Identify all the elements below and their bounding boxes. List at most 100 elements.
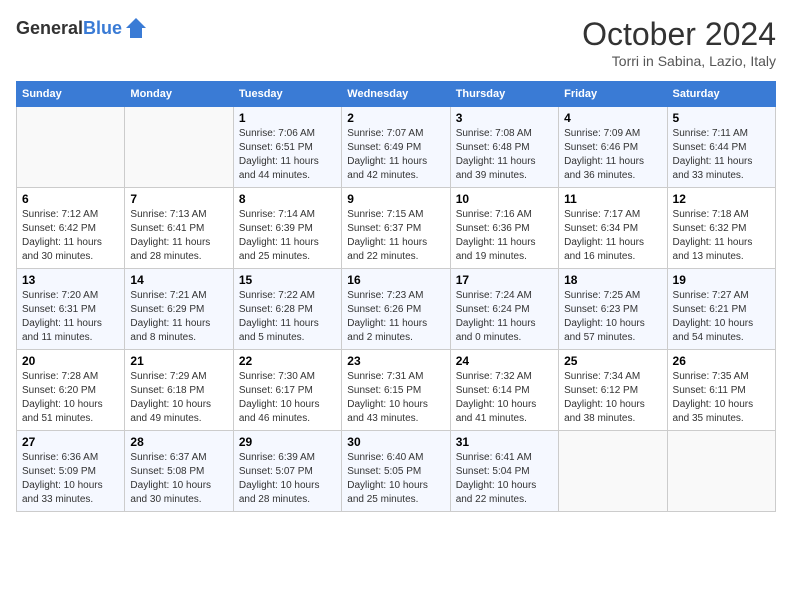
sunset: Sunset: 6:26 PM <box>347 304 421 315</box>
day-info: Sunrise: 7:21 AM Sunset: 6:29 PM Dayligh… <box>130 289 227 345</box>
day-info: Sunrise: 7:18 AM Sunset: 6:32 PM Dayligh… <box>673 208 770 264</box>
sunset: Sunset: 6:20 PM <box>22 385 96 396</box>
sunset: Sunset: 6:44 PM <box>673 142 747 153</box>
daylight: Daylight: 10 hours and 57 minutes. <box>564 318 645 343</box>
day-number: 21 <box>130 354 227 368</box>
calendar-cell: 20 Sunrise: 7:28 AM Sunset: 6:20 PM Dayl… <box>17 350 125 431</box>
daylight: Daylight: 10 hours and 28 minutes. <box>239 480 320 505</box>
week-row-4: 20 Sunrise: 7:28 AM Sunset: 6:20 PM Dayl… <box>17 350 776 431</box>
sunset: Sunset: 5:04 PM <box>456 466 530 477</box>
daylight: Daylight: 11 hours and 2 minutes. <box>347 318 427 343</box>
day-info: Sunrise: 7:08 AM Sunset: 6:48 PM Dayligh… <box>456 127 553 183</box>
sunrise: Sunrise: 7:30 AM <box>239 371 315 382</box>
sunrise: Sunrise: 7:07 AM <box>347 128 423 139</box>
day-number: 2 <box>347 111 444 125</box>
daylight: Daylight: 11 hours and 5 minutes. <box>239 318 319 343</box>
day-info: Sunrise: 7:13 AM Sunset: 6:41 PM Dayligh… <box>130 208 227 264</box>
daylight: Daylight: 11 hours and 25 minutes. <box>239 237 319 262</box>
day-number: 30 <box>347 435 444 449</box>
day-info: Sunrise: 7:31 AM Sunset: 6:15 PM Dayligh… <box>347 370 444 426</box>
daylight: Daylight: 11 hours and 33 minutes. <box>673 156 753 181</box>
sunrise: Sunrise: 7:08 AM <box>456 128 532 139</box>
sunset: Sunset: 6:42 PM <box>22 223 96 234</box>
calendar-cell: 22 Sunrise: 7:30 AM Sunset: 6:17 PM Dayl… <box>233 350 341 431</box>
sunrise: Sunrise: 7:12 AM <box>22 209 98 220</box>
sunrise: Sunrise: 7:22 AM <box>239 290 315 301</box>
calendar-cell: 4 Sunrise: 7:09 AM Sunset: 6:46 PM Dayli… <box>559 107 667 188</box>
page-header: GeneralBlue October 2024 Torri in Sabina… <box>16 16 776 69</box>
sunset: Sunset: 6:14 PM <box>456 385 530 396</box>
sunrise: Sunrise: 7:20 AM <box>22 290 98 301</box>
sunset: Sunset: 6:15 PM <box>347 385 421 396</box>
week-row-5: 27 Sunrise: 6:36 AM Sunset: 5:09 PM Dayl… <box>17 431 776 512</box>
day-number: 5 <box>673 111 770 125</box>
sunrise: Sunrise: 7:24 AM <box>456 290 532 301</box>
sunrise: Sunrise: 7:23 AM <box>347 290 423 301</box>
logo: GeneralBlue <box>16 16 148 40</box>
day-number: 28 <box>130 435 227 449</box>
daylight: Daylight: 11 hours and 39 minutes. <box>456 156 536 181</box>
calendar-cell <box>559 431 667 512</box>
sunrise: Sunrise: 7:17 AM <box>564 209 640 220</box>
calendar-cell: 8 Sunrise: 7:14 AM Sunset: 6:39 PM Dayli… <box>233 188 341 269</box>
day-number: 31 <box>456 435 553 449</box>
day-info: Sunrise: 6:37 AM Sunset: 5:08 PM Dayligh… <box>130 451 227 507</box>
calendar-cell: 31 Sunrise: 6:41 AM Sunset: 5:04 PM Dayl… <box>450 431 558 512</box>
sunset: Sunset: 6:51 PM <box>239 142 313 153</box>
week-row-3: 13 Sunrise: 7:20 AM Sunset: 6:31 PM Dayl… <box>17 269 776 350</box>
day-info: Sunrise: 6:36 AM Sunset: 5:09 PM Dayligh… <box>22 451 119 507</box>
day-number: 27 <box>22 435 119 449</box>
day-info: Sunrise: 7:23 AM Sunset: 6:26 PM Dayligh… <box>347 289 444 345</box>
day-number: 4 <box>564 111 661 125</box>
sunset: Sunset: 6:29 PM <box>130 304 204 315</box>
calendar-cell: 14 Sunrise: 7:21 AM Sunset: 6:29 PM Dayl… <box>125 269 233 350</box>
calendar-cell <box>17 107 125 188</box>
sunrise: Sunrise: 7:35 AM <box>673 371 749 382</box>
day-info: Sunrise: 6:39 AM Sunset: 5:07 PM Dayligh… <box>239 451 336 507</box>
day-number: 24 <box>456 354 553 368</box>
day-number: 16 <box>347 273 444 287</box>
sunrise: Sunrise: 6:40 AM <box>347 452 423 463</box>
sunrise: Sunrise: 6:41 AM <box>456 452 532 463</box>
sunset: Sunset: 6:49 PM <box>347 142 421 153</box>
day-number: 19 <box>673 273 770 287</box>
sunset: Sunset: 5:09 PM <box>22 466 96 477</box>
daylight: Daylight: 11 hours and 8 minutes. <box>130 318 210 343</box>
col-friday: Friday <box>559 82 667 107</box>
day-number: 13 <box>22 273 119 287</box>
day-number: 12 <box>673 192 770 206</box>
sunrise: Sunrise: 7:32 AM <box>456 371 532 382</box>
col-wednesday: Wednesday <box>342 82 450 107</box>
calendar-cell: 9 Sunrise: 7:15 AM Sunset: 6:37 PM Dayli… <box>342 188 450 269</box>
day-info: Sunrise: 7:30 AM Sunset: 6:17 PM Dayligh… <box>239 370 336 426</box>
logo-general: General <box>16 18 83 38</box>
sunset: Sunset: 6:39 PM <box>239 223 313 234</box>
day-info: Sunrise: 7:11 AM Sunset: 6:44 PM Dayligh… <box>673 127 770 183</box>
month-title: October 2024 <box>582 16 776 53</box>
daylight: Daylight: 10 hours and 54 minutes. <box>673 318 754 343</box>
col-sunday: Sunday <box>17 82 125 107</box>
daylight: Daylight: 11 hours and 13 minutes. <box>673 237 753 262</box>
day-info: Sunrise: 6:41 AM Sunset: 5:04 PM Dayligh… <box>456 451 553 507</box>
sunset: Sunset: 6:12 PM <box>564 385 638 396</box>
day-info: Sunrise: 7:06 AM Sunset: 6:51 PM Dayligh… <box>239 127 336 183</box>
day-number: 9 <box>347 192 444 206</box>
day-info: Sunrise: 7:34 AM Sunset: 6:12 PM Dayligh… <box>564 370 661 426</box>
sunrise: Sunrise: 7:06 AM <box>239 128 315 139</box>
sunset: Sunset: 6:48 PM <box>456 142 530 153</box>
sunset: Sunset: 6:21 PM <box>673 304 747 315</box>
calendar-header: Sunday Monday Tuesday Wednesday Thursday… <box>17 82 776 107</box>
sunset: Sunset: 6:28 PM <box>239 304 313 315</box>
calendar-cell: 3 Sunrise: 7:08 AM Sunset: 6:48 PM Dayli… <box>450 107 558 188</box>
calendar-cell <box>125 107 233 188</box>
sunrise: Sunrise: 7:25 AM <box>564 290 640 301</box>
col-tuesday: Tuesday <box>233 82 341 107</box>
calendar-cell: 21 Sunrise: 7:29 AM Sunset: 6:18 PM Dayl… <box>125 350 233 431</box>
day-number: 8 <box>239 192 336 206</box>
calendar-cell: 7 Sunrise: 7:13 AM Sunset: 6:41 PM Dayli… <box>125 188 233 269</box>
day-number: 26 <box>673 354 770 368</box>
calendar-cell: 6 Sunrise: 7:12 AM Sunset: 6:42 PM Dayli… <box>17 188 125 269</box>
daylight: Daylight: 10 hours and 38 minutes. <box>564 399 645 424</box>
calendar-cell: 27 Sunrise: 6:36 AM Sunset: 5:09 PM Dayl… <box>17 431 125 512</box>
logo-blue: Blue <box>83 18 122 38</box>
